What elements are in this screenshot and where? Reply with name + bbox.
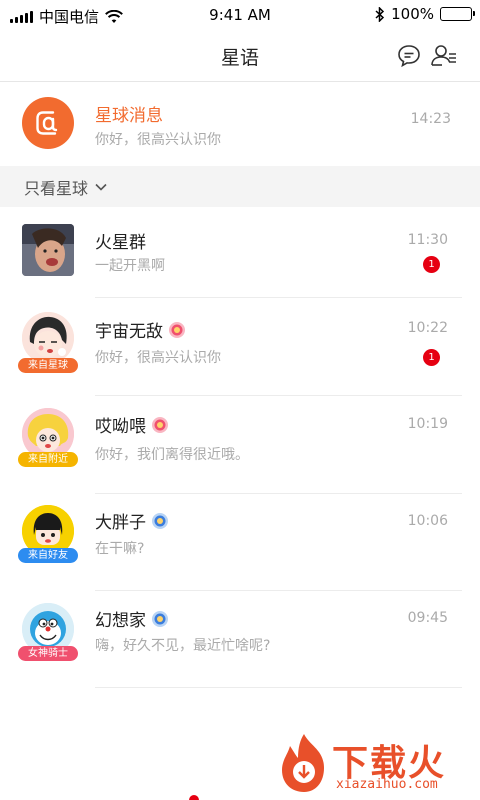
chevron-down-icon: [95, 183, 107, 191]
contacts-icon[interactable]: [430, 42, 458, 70]
chat-time: 10:19: [407, 416, 448, 432]
chat-message: 你好，我们离得很近哦。: [95, 447, 249, 463]
battery-icon: [440, 7, 475, 21]
bluetooth-icon: [375, 6, 385, 22]
avatar: 来自星球: [18, 312, 78, 373]
chat-name: 宇宙无敌: [95, 317, 186, 342]
chat-time: 11:30: [407, 232, 448, 248]
chat-bubble-icon[interactable]: [395, 42, 423, 70]
filter-label: 只看星球: [24, 178, 89, 198]
source-tag: 来自星球: [18, 358, 78, 373]
chat-row-0[interactable]: 火星群 一起开黑啊 11:30 1: [0, 207, 480, 304]
flower-badge-icon: [169, 321, 185, 338]
avatar: [22, 224, 74, 284]
flame-logo-icon: [282, 734, 324, 792]
chat-time: 10:22: [407, 320, 448, 336]
nav-bar: 星语: [0, 30, 480, 82]
battery-percent: 100%: [391, 5, 434, 23]
group-avatar-image: [22, 224, 74, 276]
divider: [95, 687, 462, 688]
chat-row-4[interactable]: 女神骑士 幻想家 嗨，好久不见，最近忙啥呢? 09:45: [0, 591, 480, 688]
source-tag: 女神骑士: [18, 646, 78, 661]
chat-row-2[interactable]: 来自附近 哎呦喂 你好，我们离得很近哦。 10:19: [0, 396, 480, 494]
flower-badge-icon: [152, 512, 168, 529]
avatar: 来自好友: [18, 505, 78, 565]
flower-badge-icon: [152, 416, 168, 433]
system-message-title: 星球消息: [95, 106, 163, 126]
chat-message: 嗨，好久不见，最近忙啥呢?: [95, 638, 271, 654]
chat-name: 幻想家: [95, 606, 169, 631]
unread-badge: 1: [423, 256, 440, 273]
chat-message: 你好，很高兴认识你: [95, 350, 221, 366]
tab-indicator-dot: [189, 795, 199, 800]
system-message-preview: 你好，很高兴认识你: [95, 132, 221, 148]
chat-message: 在干嘛?: [95, 541, 145, 557]
chat-message: 一起开黑啊: [95, 258, 165, 274]
watermark-logo: 下载火 xiazaihuo.com: [276, 732, 476, 796]
system-message-time: 14:23: [410, 111, 451, 127]
chat-name: 火星群: [95, 233, 146, 253]
chat-name: 大胖子: [95, 508, 169, 533]
avatar: 女神骑士: [18, 603, 78, 663]
source-tag: 来自好友: [18, 548, 78, 563]
chat-name: 哎呦喂: [95, 412, 169, 437]
avatar: 来自附近: [18, 408, 78, 468]
unread-badge: 1: [423, 349, 440, 366]
source-tag: 来自附近: [18, 452, 78, 467]
watermark-url: xiazaihuo.com: [336, 777, 438, 792]
flower-badge-icon: [152, 610, 168, 627]
at-sign-icon: [22, 97, 74, 149]
system-message-row[interactable]: 星球消息 你好，很高兴认识你 14:23: [0, 82, 480, 166]
chat-row-3[interactable]: 来自好友 大胖子 在干嘛? 10:06: [0, 494, 480, 591]
chat-row-1[interactable]: 来自星球 宇宙无敌 你好，很高兴认识你 10:22 1: [0, 298, 480, 396]
cartoon-avatar-image: [22, 312, 74, 364]
filter-dropdown[interactable]: 只看星球: [0, 166, 480, 207]
chat-time: 09:45: [407, 610, 448, 626]
chat-time: 10:06: [407, 513, 448, 529]
status-bar: 中国电信 9:41 AM 100%: [0, 0, 480, 30]
status-right: 100%: [375, 5, 475, 23]
